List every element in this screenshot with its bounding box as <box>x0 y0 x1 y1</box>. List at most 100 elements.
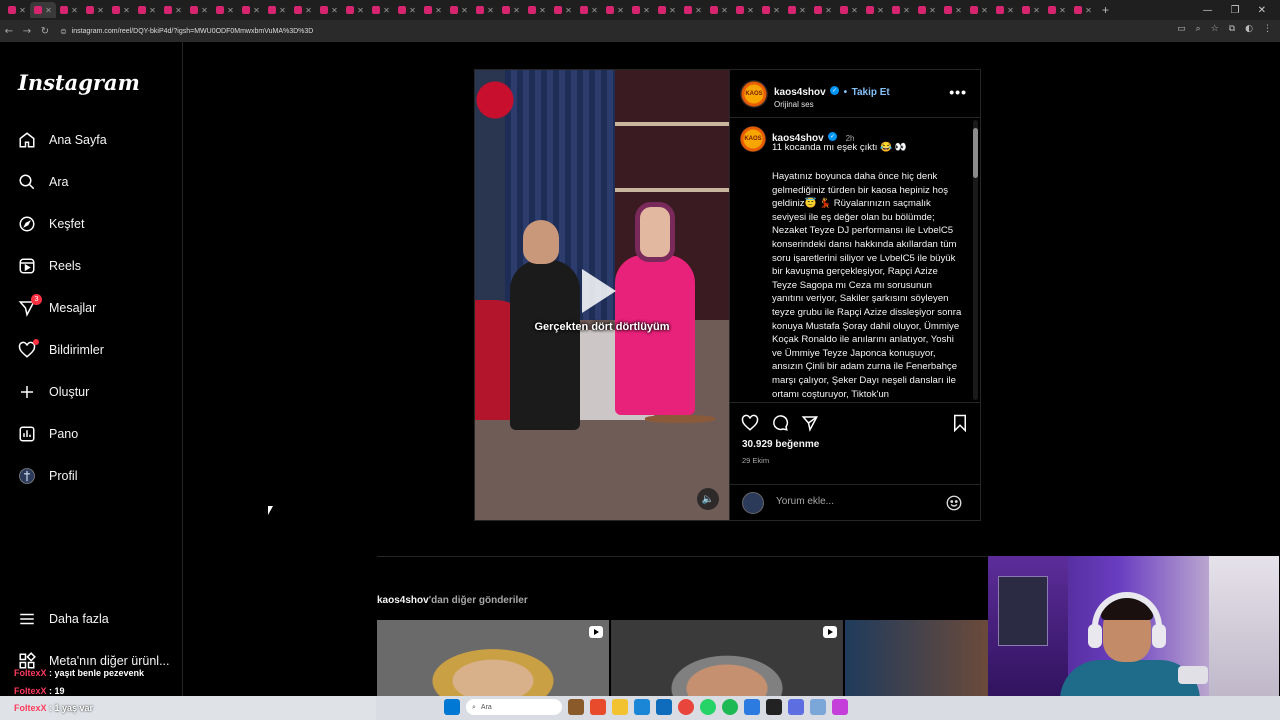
tab-close-icon[interactable]: ✕ <box>45 6 52 15</box>
comment-input[interactable]: Yorum ekle... <box>776 496 834 507</box>
tab-close-icon[interactable]: ✕ <box>565 6 572 15</box>
tab-close-icon[interactable]: ✕ <box>19 6 26 15</box>
tab-close-icon[interactable]: ✕ <box>435 6 442 15</box>
author-username[interactable]: kaos4shov <box>774 87 826 98</box>
tab-close-icon[interactable]: ✕ <box>669 6 676 15</box>
windows-start-icon[interactable] <box>444 699 460 715</box>
sidebar-item-messages[interactable]: 3 Mesajlar <box>18 294 96 317</box>
close-window-icon[interactable]: ✕ <box>1258 5 1266 16</box>
address-bar[interactable]: ⊜ instagram.com/reel/DQY-bkiP4d/?igsh=MW… <box>60 27 313 36</box>
sidebar-item-explore[interactable]: Keşfet <box>18 215 84 233</box>
store-icon[interactable] <box>656 699 672 715</box>
browser-tab[interactable]: ✕ <box>420 2 446 18</box>
tab-close-icon[interactable]: ✕ <box>721 6 728 15</box>
tab-close-icon[interactable]: ✕ <box>123 6 130 15</box>
new-tab-icon[interactable]: + <box>1102 3 1109 17</box>
browser-tab[interactable]: ✕ <box>30 2 56 18</box>
tab-close-icon[interactable]: ✕ <box>643 6 650 15</box>
browser-tab[interactable]: ✕ <box>732 2 758 18</box>
tab-close-icon[interactable]: ✕ <box>981 6 988 15</box>
cast-icon[interactable]: ▭ <box>1177 24 1186 34</box>
maximize-icon[interactable]: ❐ <box>1231 5 1240 16</box>
bookmark-star-icon[interactable]: ☆ <box>1211 24 1219 34</box>
photos-app-icon[interactable] <box>590 699 606 715</box>
spotify-icon[interactable] <box>722 699 738 715</box>
tab-close-icon[interactable]: ✕ <box>513 6 520 15</box>
browser-tab[interactable]: ✕ <box>316 2 342 18</box>
browser-tab[interactable]: ✕ <box>446 2 472 18</box>
browser-tab[interactable]: ✕ <box>82 2 108 18</box>
browser-tab[interactable]: ✕ <box>914 2 940 18</box>
browser-tab[interactable]: ✕ <box>108 2 134 18</box>
sidebar-item-profile[interactable]: Profil <box>18 467 77 485</box>
instagram-logo[interactable]: Instagram <box>18 70 140 95</box>
sidebar-item-reels[interactable]: Reels <box>18 257 81 275</box>
game-app-icon[interactable] <box>568 699 584 715</box>
tab-close-icon[interactable]: ✕ <box>773 6 780 15</box>
more-posts-username[interactable]: kaos4shov <box>377 595 429 606</box>
like-count[interactable]: 30.929 beğenme <box>742 439 819 450</box>
extensions-icon[interactable]: ⧉ <box>1229 24 1235 34</box>
tab-close-icon[interactable]: ✕ <box>1059 6 1066 15</box>
browser-tab[interactable]: ✕ <box>160 2 186 18</box>
edge-browser-icon[interactable] <box>634 699 650 715</box>
tab-close-icon[interactable]: ✕ <box>851 6 858 15</box>
browser-tab[interactable]: ✕ <box>888 2 914 18</box>
browser-tab[interactable]: ✕ <box>264 2 290 18</box>
browser-tab[interactable]: ✕ <box>680 2 706 18</box>
reload-icon[interactable]: ↻ <box>36 26 54 37</box>
discord-icon[interactable] <box>788 699 804 715</box>
more-post-thumbnail[interactable] <box>611 620 843 696</box>
zoom-icon[interactable]: ⌕ <box>1196 24 1201 34</box>
browser-tab[interactable]: ✕ <box>394 2 420 18</box>
browser-tab[interactable]: ✕ <box>4 2 30 18</box>
tab-close-icon[interactable]: ✕ <box>227 6 234 15</box>
tab-close-icon[interactable]: ✕ <box>1085 6 1092 15</box>
emoji-icon[interactable] <box>945 494 963 517</box>
more-post-thumbnail[interactable] <box>845 620 988 696</box>
browser-tab[interactable]: ✕ <box>836 2 862 18</box>
file-explorer-icon[interactable] <box>612 699 628 715</box>
tab-close-icon[interactable]: ✕ <box>409 6 416 15</box>
tab-close-icon[interactable]: ✕ <box>305 6 312 15</box>
author-avatar[interactable]: KAOS <box>740 80 768 108</box>
menu-icon[interactable]: ⋮ <box>1263 24 1272 34</box>
media-app-icon[interactable] <box>832 699 848 715</box>
comment-icon[interactable] <box>770 413 790 433</box>
tab-close-icon[interactable]: ✕ <box>253 6 260 15</box>
browser-tab[interactable]: ✕ <box>550 2 576 18</box>
more-options-icon[interactable]: ••• <box>949 84 967 100</box>
audio-label[interactable]: Orijinal ses <box>774 100 890 109</box>
browser-tab[interactable]: ✕ <box>628 2 654 18</box>
tab-close-icon[interactable]: ✕ <box>97 6 104 15</box>
browser-tab[interactable]: ✕ <box>524 2 550 18</box>
sidebar-item-home[interactable]: Ana Sayfa <box>18 131 107 149</box>
like-heart-icon[interactable] <box>740 413 760 433</box>
browser-tab[interactable]: ✕ <box>810 2 836 18</box>
follow-button[interactable]: Takip Et <box>852 87 890 98</box>
browser-tab[interactable]: ✕ <box>758 2 784 18</box>
tab-close-icon[interactable]: ✕ <box>747 6 754 15</box>
tab-close-icon[interactable]: ✕ <box>617 6 624 15</box>
tab-close-icon[interactable]: ✕ <box>149 6 156 15</box>
tab-close-icon[interactable]: ✕ <box>877 6 884 15</box>
tab-close-icon[interactable]: ✕ <box>539 6 546 15</box>
minimize-icon[interactable]: — <box>1203 5 1213 16</box>
browser-tab[interactable]: ✕ <box>368 2 394 18</box>
tab-close-icon[interactable]: ✕ <box>825 6 832 15</box>
browser-tab[interactable]: ✕ <box>1044 2 1070 18</box>
browser-tab[interactable]: ✕ <box>1018 2 1044 18</box>
share-icon[interactable] <box>800 413 820 433</box>
forward-icon[interactable]: → <box>18 26 36 37</box>
sidebar-item-dashboard[interactable]: Pano <box>18 425 78 443</box>
browser-tab[interactable]: ✕ <box>940 2 966 18</box>
tab-close-icon[interactable]: ✕ <box>929 6 936 15</box>
browser-tab[interactable]: ✕ <box>134 2 160 18</box>
tab-close-icon[interactable]: ✕ <box>955 6 962 15</box>
tab-close-icon[interactable]: ✕ <box>1033 6 1040 15</box>
tab-close-icon[interactable]: ✕ <box>201 6 208 15</box>
site-info-icon[interactable]: ⊜ <box>60 27 67 36</box>
save-bookmark-icon[interactable] <box>950 413 970 433</box>
obs-icon[interactable] <box>766 699 782 715</box>
sidebar-item-search[interactable]: Ara <box>18 173 68 191</box>
